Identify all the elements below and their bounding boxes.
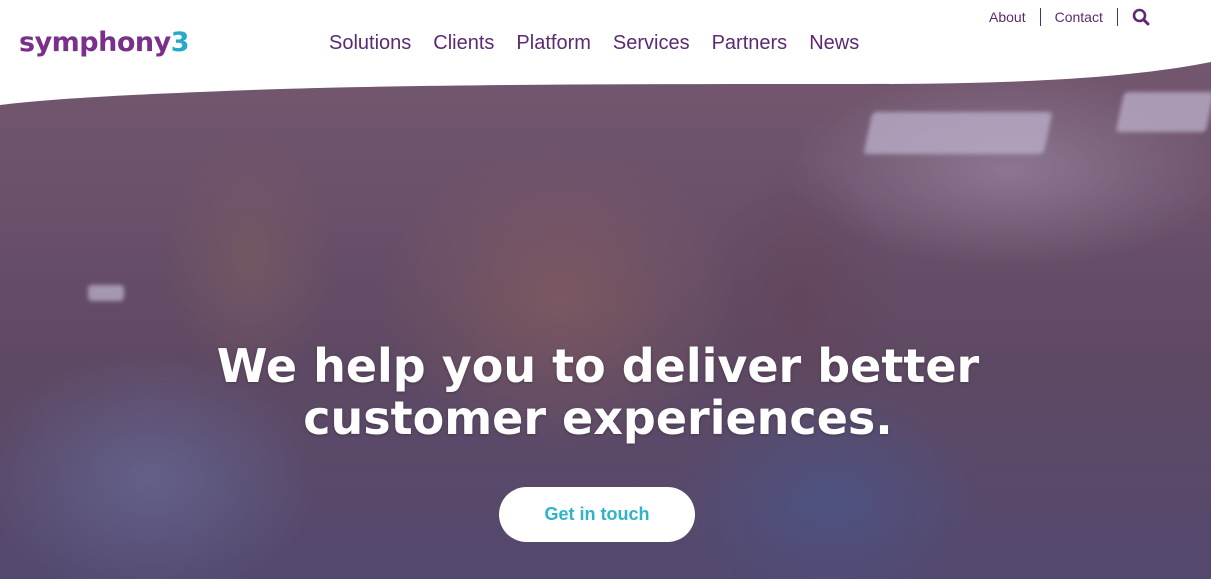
nav-item-news[interactable]: News [809,32,859,55]
logo-text: symphony [19,27,171,58]
logo-digit: 3 [170,27,190,58]
top-nav-contact[interactable]: Contact [1041,8,1118,26]
nav-item-services[interactable]: Services [613,32,690,55]
top-nav-about[interactable]: About [975,8,1041,26]
main-nav: Solutions Clients Platform Services Part… [329,32,859,55]
site-header: symphony3 Solutions Clients Platform Ser… [0,0,1211,110]
hero-headline-line1: We help you to deliver better [216,339,980,393]
hero-headline: We help you to deliver better customer e… [0,340,1196,444]
get-in-touch-button[interactable]: Get in touch [499,487,695,542]
nav-item-platform[interactable]: Platform [516,32,590,55]
nav-item-solutions[interactable]: Solutions [329,32,411,55]
logo[interactable]: symphony3 [19,27,190,58]
utility-nav: About Contact [975,7,1150,27]
page: symphony3 Solutions Clients Platform Ser… [0,0,1211,579]
nav-item-partners[interactable]: Partners [712,32,788,55]
hero-headline-line2: customer experiences. [303,391,893,445]
search-icon[interactable] [1132,8,1150,26]
nav-item-clients[interactable]: Clients [433,32,494,55]
